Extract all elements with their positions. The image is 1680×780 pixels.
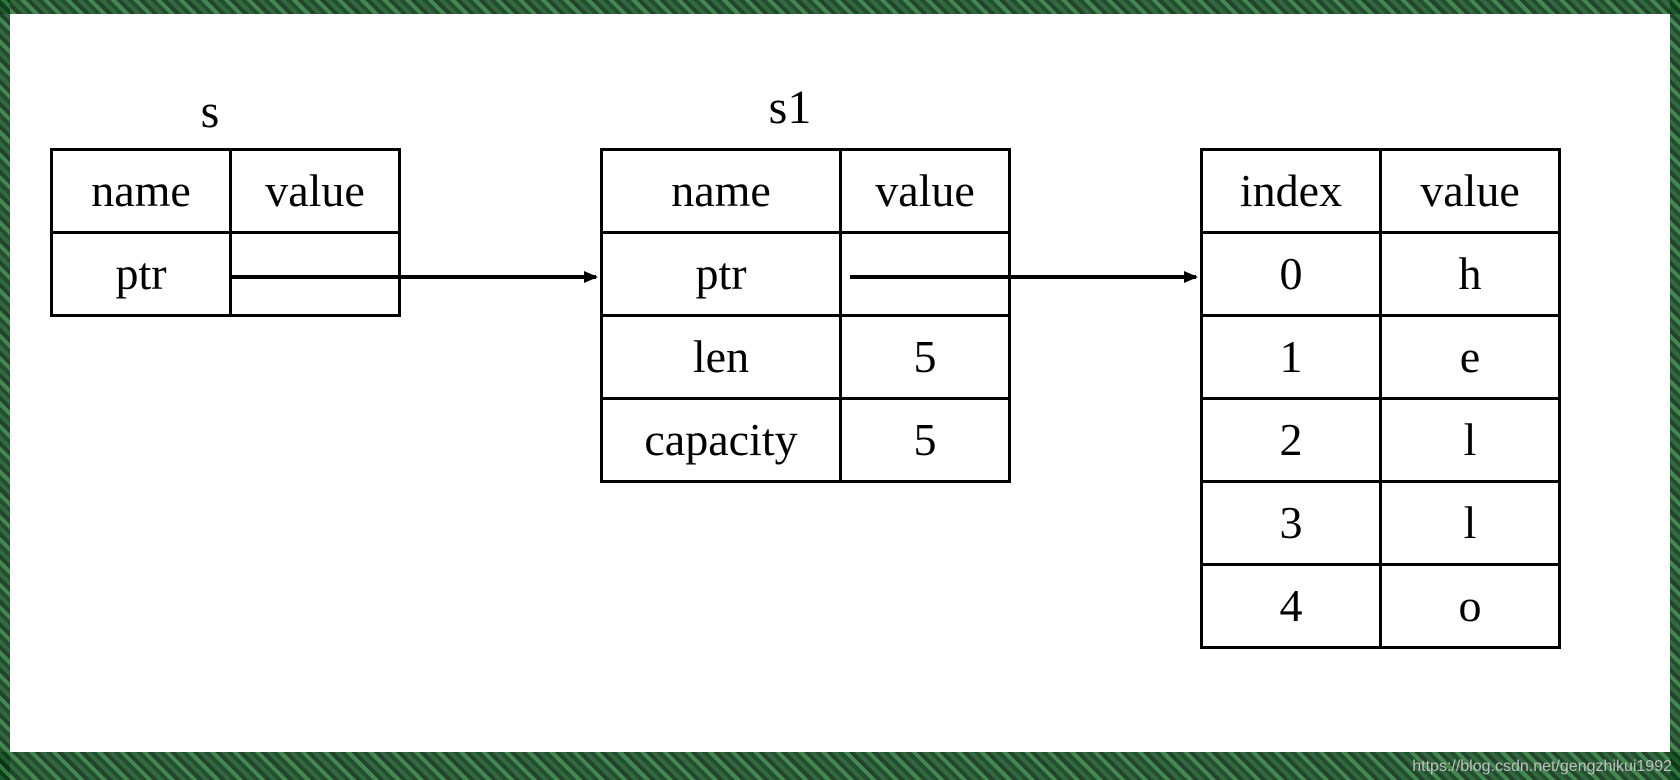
header-cell-value: value [231,150,400,233]
cell-value [231,233,400,316]
cell-value: e [1381,316,1560,399]
cell-value [841,233,1010,316]
header-cell-value: value [1381,150,1560,233]
decorative-frame [0,0,10,780]
cell-value: l [1381,482,1560,565]
decorative-frame [0,0,1680,14]
table-row: 0 h [1202,233,1560,316]
cell-index: 1 [1202,316,1381,399]
table-header-row: name value [52,150,400,233]
header-cell-name: name [52,150,231,233]
table-heap: index value 0 h 1 e 2 l 3 l 4 o [1200,148,1561,649]
table-s: name value ptr [50,148,401,317]
watermark-text: https://blog.csdn.net/gengzhikui1992 [1412,758,1672,776]
cell-index: 4 [1202,565,1381,648]
table-row: 4 o [1202,565,1560,648]
table-row: 3 l [1202,482,1560,565]
table-header-row: name value [602,150,1010,233]
cell-value: 5 [841,316,1010,399]
table-row: 2 l [1202,399,1560,482]
table-row: len 5 [602,316,1010,399]
cell-value: l [1381,399,1560,482]
table-row: ptr [602,233,1010,316]
cell-value: o [1381,565,1560,648]
header-cell-name: name [602,150,841,233]
cell-name: capacity [602,399,841,482]
table-s1: name value ptr len 5 capacity 5 [600,148,1011,483]
header-cell-value: value [841,150,1010,233]
title-s1: s1 [750,80,830,135]
cell-index: 0 [1202,233,1381,316]
cell-name: ptr [52,233,231,316]
table-row: 1 e [1202,316,1560,399]
table-row: ptr [52,233,400,316]
header-cell-index: index [1202,150,1381,233]
table-header-row: index value [1202,150,1560,233]
cell-name: ptr [602,233,841,316]
cell-value: 5 [841,399,1010,482]
table-row: capacity 5 [602,399,1010,482]
cell-index: 2 [1202,399,1381,482]
diagram-canvas: s s1 name value ptr name value ptr len 5… [0,0,1680,780]
cell-value: h [1381,233,1560,316]
cell-name: len [602,316,841,399]
decorative-frame [1670,0,1680,780]
title-s: s [190,84,230,139]
cell-index: 3 [1202,482,1381,565]
